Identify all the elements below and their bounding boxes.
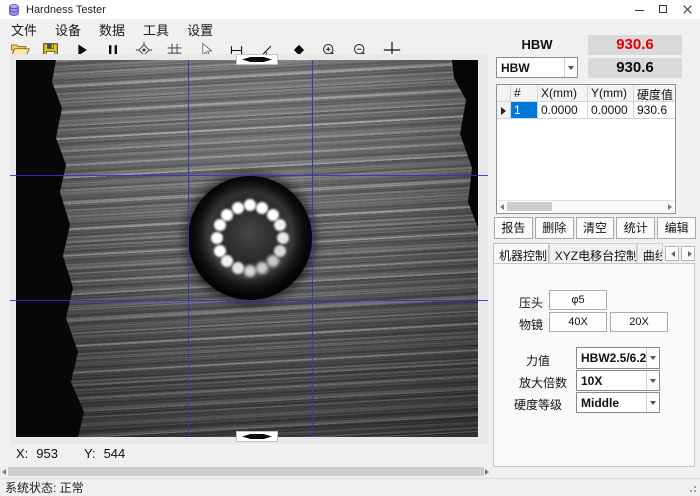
indenter-label: 压头 xyxy=(519,294,543,311)
force-select-value: HBW2.5/6.25 xyxy=(577,351,646,365)
chevron-right-icon xyxy=(688,251,692,257)
row-arrow-icon xyxy=(501,107,506,115)
results-table: # X(mm) Y(mm) 硬度值 1 0.0000 0.0000 930.6 xyxy=(496,84,676,214)
col-header-x[interactable]: X(mm) xyxy=(538,85,588,101)
scale-select[interactable]: HBW xyxy=(496,57,578,78)
tab-scroll-right-button[interactable] xyxy=(681,246,695,261)
cell-y[interactable]: 0.0000 xyxy=(588,102,634,118)
menu-file[interactable]: 文件 xyxy=(2,18,46,41)
row-selector-header xyxy=(497,85,511,101)
measure-line-horizontal-top[interactable] xyxy=(10,175,488,176)
window-title: Hardness Tester xyxy=(26,4,106,16)
scroll-right-icon[interactable] xyxy=(668,204,672,210)
cursor-coordinates: X: 953 Y: 544 xyxy=(16,446,133,461)
coord-y-value: 544 xyxy=(104,446,126,461)
diamond-marker-icon xyxy=(242,57,272,62)
tab-xyz-stage-control[interactable]: XYZ电移台控制 xyxy=(549,243,637,264)
magnification-label: 放大倍数 xyxy=(519,374,567,391)
col-header-index[interactable]: # xyxy=(511,85,538,101)
chevron-down-icon xyxy=(650,356,656,360)
magnification-select-value: 10X xyxy=(577,374,646,388)
maximize-button[interactable] xyxy=(652,0,676,19)
scrollbar-thumb[interactable] xyxy=(507,202,552,211)
dropdown-button[interactable] xyxy=(564,58,577,77)
hardness-level-label: 硬度等级 xyxy=(514,396,562,413)
objective-40x-button[interactable]: 40X xyxy=(549,312,607,332)
scale-select-value: HBW xyxy=(497,61,564,75)
row-selector-cell[interactable] xyxy=(497,102,511,118)
clear-button[interactable]: 清空 xyxy=(576,217,615,239)
control-tabs: 机器控制 XYZ电移台控制 曲线 xyxy=(493,243,695,264)
resize-grip[interactable] xyxy=(694,490,696,492)
minimize-button[interactable] xyxy=(628,0,652,19)
coord-x-label: X: xyxy=(16,446,28,461)
col-header-y[interactable]: Y(mm) xyxy=(588,85,634,101)
delete-button[interactable]: 删除 xyxy=(535,217,574,239)
cell-hardness[interactable]: 930.6 xyxy=(634,102,675,118)
measure-line-vertical-right[interactable] xyxy=(312,60,313,437)
system-status-text: 系统状态: 正常 xyxy=(5,479,84,496)
report-button[interactable]: 报告 xyxy=(494,217,533,239)
table-horizontal-scrollbar[interactable] xyxy=(498,200,674,212)
top-drag-handle[interactable] xyxy=(236,54,278,65)
tab-machine-control[interactable]: 机器控制 xyxy=(493,243,549,264)
cell-index[interactable]: 1 xyxy=(511,102,538,118)
dropdown-button[interactable] xyxy=(646,393,659,412)
diamond-marker-icon xyxy=(242,434,272,439)
menu-settings[interactable]: 设置 xyxy=(178,18,222,41)
tab-scroll-left-button[interactable] xyxy=(665,246,679,261)
machine-control-panel: 压头 φ5 物镜 40X 20X 力值 HBW2.5/6.25 放大倍数 10X… xyxy=(493,263,695,467)
coord-y-label: Y: xyxy=(84,446,96,461)
objective-label: 物镜 xyxy=(519,316,543,333)
table-header-row: # X(mm) Y(mm) 硬度值 xyxy=(497,85,675,102)
col-header-hardness[interactable]: 硬度值 xyxy=(634,85,675,101)
indentation-light-ring xyxy=(244,232,256,244)
current-hardness-display: 930.6 xyxy=(588,35,682,55)
bottom-drag-handle[interactable] xyxy=(236,431,278,442)
image-viewport xyxy=(10,54,488,444)
indenter-button[interactable]: φ5 xyxy=(549,290,607,310)
chevron-left-icon xyxy=(671,251,675,257)
scroll-right-icon[interactable] xyxy=(485,469,489,475)
dropdown-button[interactable] xyxy=(646,371,659,390)
image-horizontal-scrollbar[interactable] xyxy=(0,466,491,477)
magnification-select[interactable]: 10X xyxy=(576,370,660,391)
edit-button[interactable]: 编辑 xyxy=(657,217,696,239)
scroll-left-icon[interactable] xyxy=(500,204,504,210)
action-buttons: 报告 删除 清空 统计 编辑 xyxy=(494,217,696,239)
force-label: 力值 xyxy=(526,352,550,369)
measure-line-horizontal-bottom[interactable] xyxy=(10,300,488,301)
hardness-level-select-value: Middle xyxy=(577,396,646,410)
menu-device[interactable]: 设备 xyxy=(46,18,90,41)
cell-x[interactable]: 0.0000 xyxy=(538,102,588,118)
close-button[interactable] xyxy=(676,0,700,19)
statistics-button[interactable]: 统计 xyxy=(616,217,655,239)
table-row[interactable]: 1 0.0000 0.0000 930.6 xyxy=(497,102,675,119)
menu-tools[interactable]: 工具 xyxy=(134,18,178,41)
dropdown-button[interactable] xyxy=(646,348,659,368)
measure-line-vertical-left[interactable] xyxy=(188,60,189,437)
hardness-tester-window: Hardness Tester 文件 设备 数据 工具 设置 xyxy=(0,0,700,496)
hardness-level-select[interactable]: Middle xyxy=(576,392,660,413)
scroll-left-icon[interactable] xyxy=(2,469,6,475)
chevron-down-icon xyxy=(650,401,656,405)
status-bar: 系统状态: 正常 xyxy=(0,478,700,496)
tab-curve[interactable]: 曲线 xyxy=(637,243,664,264)
last-hardness-display: 930.6 xyxy=(588,58,682,78)
chevron-down-icon xyxy=(568,66,574,70)
scrollbar-thumb[interactable] xyxy=(8,467,484,476)
menu-data[interactable]: 数据 xyxy=(90,18,134,41)
app-icon xyxy=(7,3,21,17)
microscope-image-canvas[interactable] xyxy=(16,60,478,437)
indentation-mark xyxy=(188,176,312,300)
chevron-down-icon xyxy=(650,379,656,383)
scale-label: HBW xyxy=(497,37,577,52)
objective-20x-button[interactable]: 20X xyxy=(610,312,668,332)
force-select[interactable]: HBW2.5/6.25 xyxy=(576,347,660,369)
coord-x-value: 953 xyxy=(36,446,58,461)
title-bar: Hardness Tester xyxy=(0,0,700,19)
